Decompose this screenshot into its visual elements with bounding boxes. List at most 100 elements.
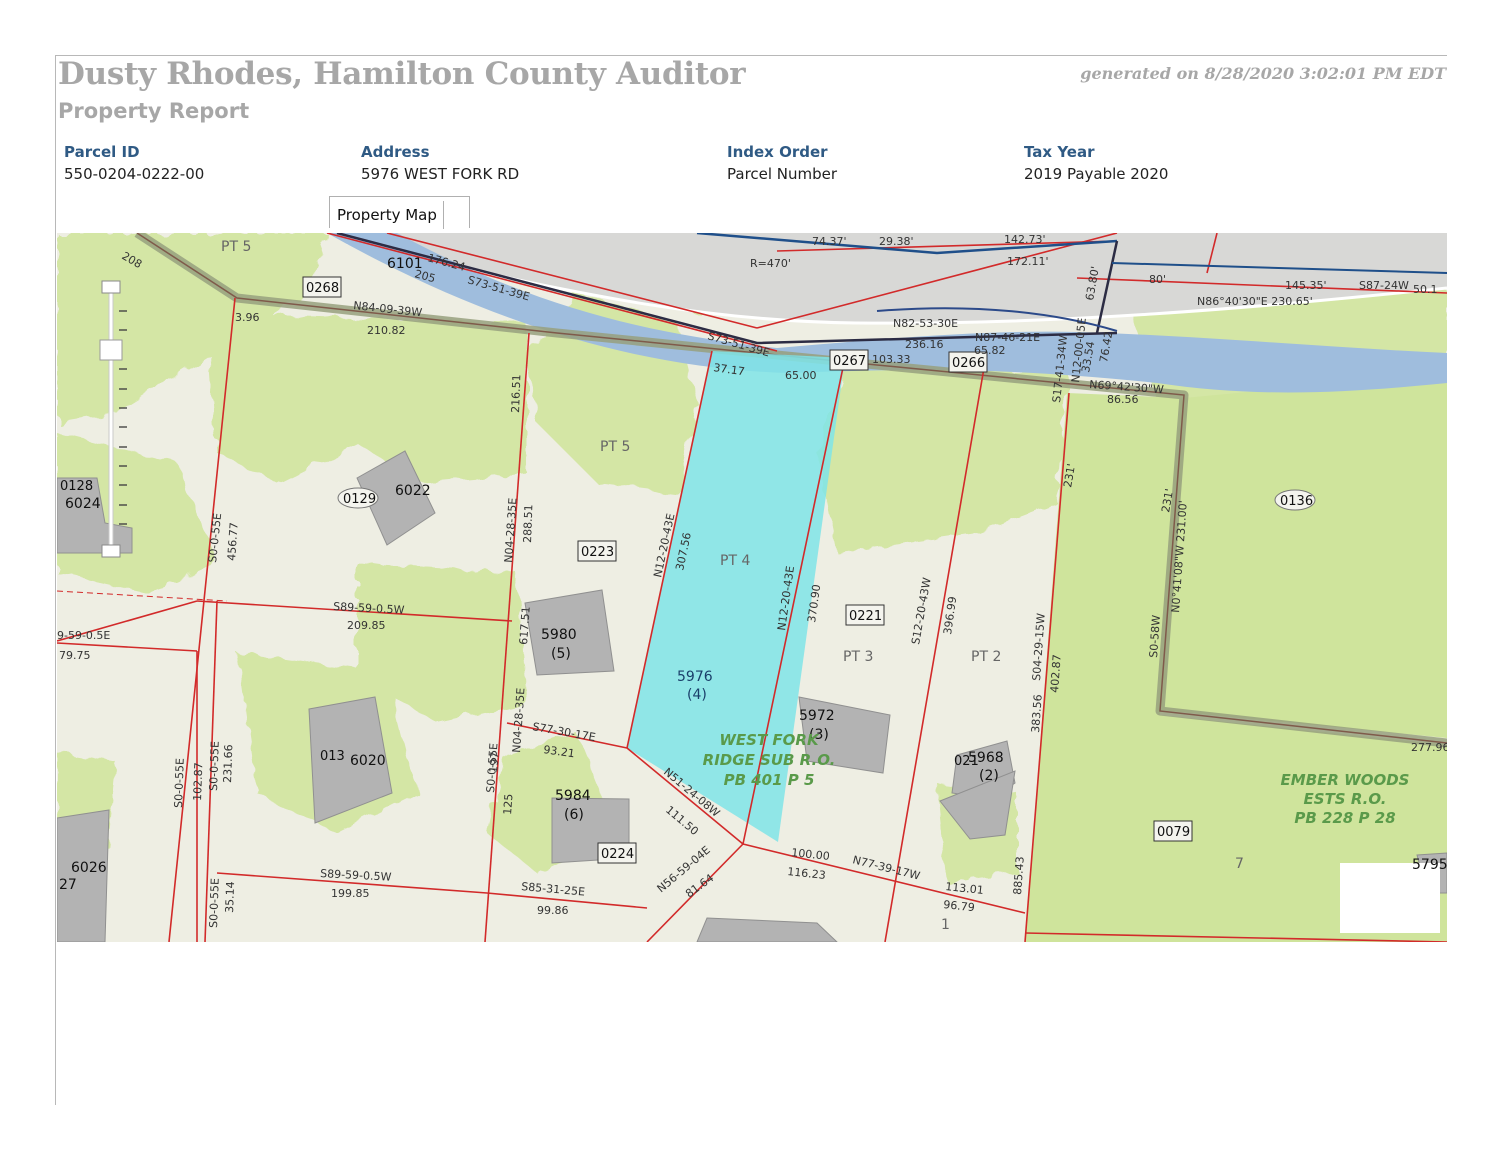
parcel-box: 0224 <box>601 847 634 862</box>
house-number: (6) <box>564 807 584 823</box>
field-value: 550-0204-0222-00 <box>64 165 205 183</box>
parcel-box: 0266 <box>952 356 985 371</box>
subdivision-line: RIDGE SUB R.O. <box>703 751 836 769</box>
house-number: 5968 <box>968 750 1004 766</box>
bearing: S0-0-55E <box>172 758 187 808</box>
dimension: 3.96 <box>235 311 260 324</box>
zoom-out-icon[interactable] <box>101 544 121 558</box>
parcel-oval: 0128 <box>60 479 93 494</box>
field-label: Index Order <box>727 143 828 161</box>
northeast-field <box>1160 373 1447 738</box>
house-number: (4) <box>687 687 707 703</box>
parcel-box: 0267 <box>833 354 866 369</box>
dimension: 99.86 <box>537 904 569 917</box>
house-number: 5980 <box>541 627 577 643</box>
auditor-title: Dusty Rhodes, Hamilton County Auditor <box>58 56 746 92</box>
dimension: 65.00 <box>785 369 817 382</box>
field-tax-year: Tax Year 2019 Payable 2020 <box>1024 143 1168 183</box>
dimension: 96.79 <box>943 898 976 914</box>
bearing: N04-28-35E <box>502 497 520 563</box>
parcel-box: 0268 <box>306 281 339 296</box>
field-value: 5976 WEST FORK RD <box>361 165 520 183</box>
lot-label: 7 <box>1235 856 1244 872</box>
property-map[interactable]: 0268 0267 0266 0223 0221 0224 0079 0129 … <box>57 233 1447 942</box>
lot-label: PT 2 <box>971 649 1001 665</box>
dimension: 116.23 <box>787 865 827 882</box>
dimension: 100.00 <box>791 846 831 863</box>
map-canvas: 0268 0267 0266 0223 0221 0224 0079 0129 … <box>57 233 1447 942</box>
subdivision-line: PB 401 P 5 <box>724 771 815 789</box>
report-title: Property Report <box>58 99 250 123</box>
house-number: 6024 <box>65 496 101 512</box>
dimension: 172.11' <box>1007 255 1049 268</box>
house-number: 6022 <box>395 483 431 499</box>
house-number: (5) <box>551 646 571 662</box>
dimension: 210.82 <box>367 324 406 337</box>
parcel-box: 0223 <box>581 545 614 560</box>
bearing: S0-0-55E <box>206 512 224 563</box>
tab-property-map[interactable]: Property Map <box>329 196 470 229</box>
dimension: 197 <box>487 751 501 773</box>
dimension: R=470' <box>750 257 791 270</box>
dimension: 383.56 <box>1029 694 1045 733</box>
bearing: S87-24W <box>1359 279 1409 292</box>
house-number: 5972 <box>799 708 835 724</box>
house-number: 27 <box>59 877 77 893</box>
dimension: 145.35' <box>1285 279 1327 292</box>
dimension: 231.66 <box>221 744 235 783</box>
dimension: 209.85 <box>347 619 386 632</box>
map-blank-overlay <box>1340 863 1440 933</box>
subdivision-line: EMBER WOODS <box>1281 771 1410 789</box>
subdivision-line: WEST FORK <box>719 731 820 749</box>
parcel-oval: 0129 <box>343 492 376 507</box>
bearing: S12-20-43W <box>909 576 934 645</box>
house-number: 5984 <box>555 788 591 804</box>
field-label: Parcel ID <box>64 143 140 161</box>
bearing: N86°40'30"E 230.65' <box>1197 295 1313 308</box>
dimension: 65.82 <box>974 344 1006 357</box>
dimension: 111.50 <box>663 803 701 838</box>
bearing: S0-0-55E <box>207 741 222 791</box>
field-value: 2019 Payable 2020 <box>1024 165 1169 183</box>
dimension: 103.33 <box>872 353 911 366</box>
dimension: 277.96 <box>1411 741 1447 754</box>
field-value: Parcel Number <box>727 165 838 183</box>
dimension: 102.87 <box>191 762 205 801</box>
dimension: 50.1 <box>1413 283 1438 296</box>
tab-label: Property Map <box>337 206 437 224</box>
dimension: 125 <box>501 793 515 815</box>
lot-label: PT 3 <box>843 649 873 665</box>
dimension: 86.56 <box>1107 393 1139 406</box>
field-index-order: Index Order Parcel Number <box>727 143 837 183</box>
bearing: S85-31-25E <box>521 880 586 899</box>
dimension: 617.51 <box>517 606 533 645</box>
lot-label: PT 5 <box>600 439 630 455</box>
zoom-in-icon[interactable] <box>101 280 121 294</box>
dimension: 35.14 <box>223 881 237 913</box>
lot-label: 1 <box>941 917 950 933</box>
bearing: N77-39-17W <box>851 853 921 882</box>
bearing: S89-59-0.5W <box>333 600 405 617</box>
report-left-rule <box>55 55 56 1105</box>
dimension: 216.51 <box>509 374 523 413</box>
dimension: 885.43 <box>1011 856 1027 895</box>
house-number: 5976 <box>677 669 713 685</box>
dimension: 81.64 <box>683 871 716 900</box>
field-parcel-id: Parcel ID 550-0204-0222-00 <box>64 143 204 183</box>
lot-label: PT 5 <box>221 239 251 255</box>
bearing: N82-53-30E <box>893 317 958 330</box>
house-number: 5795 <box>1412 857 1447 873</box>
zoom-handle[interactable] <box>99 339 123 361</box>
tab-divider <box>443 201 444 229</box>
parcel-oval: 013 <box>320 749 345 764</box>
bearing: 9-59-0.5E <box>57 629 110 642</box>
dimension: 288.51 <box>521 504 535 543</box>
dimension: 74.37' <box>812 235 847 248</box>
lot-label: PT 4 <box>720 553 750 569</box>
bearing: S0-0-55E <box>207 878 222 928</box>
field-label: Address <box>361 143 430 161</box>
dimension: 402.87 <box>1048 654 1064 693</box>
subdivision-line: ESTS R.O. <box>1304 790 1387 808</box>
house-number: (2) <box>979 768 999 784</box>
field-label: Tax Year <box>1024 143 1095 161</box>
